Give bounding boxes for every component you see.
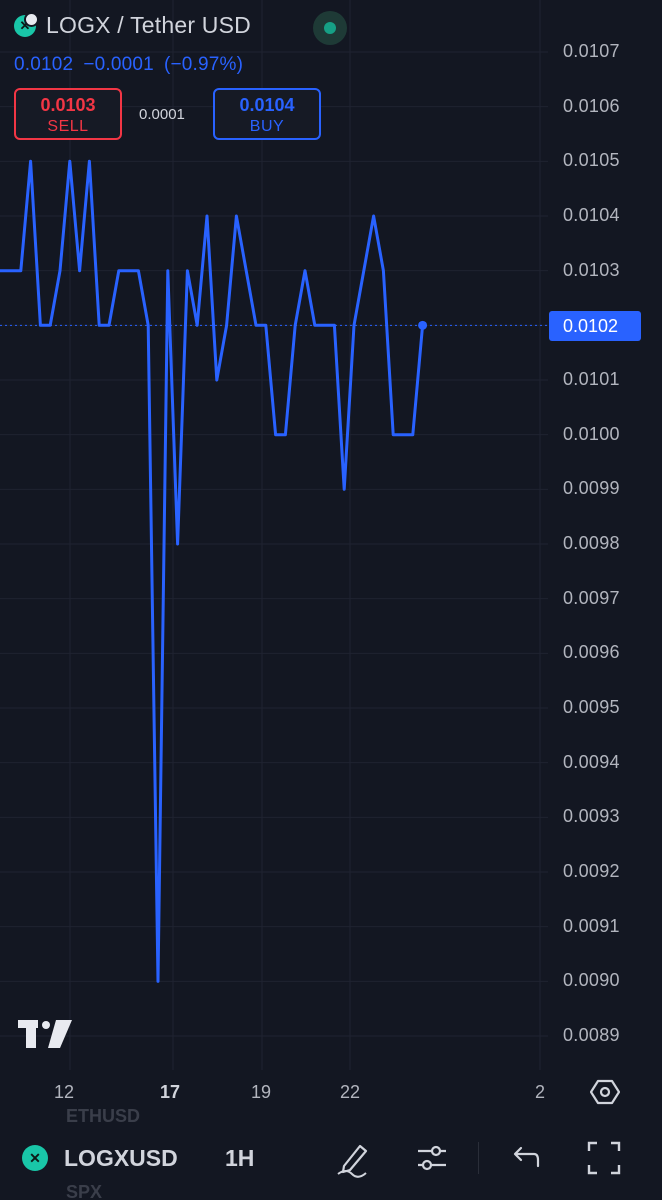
fullscreen-icon[interactable]: [584, 1138, 624, 1178]
undo-icon[interactable]: [504, 1138, 544, 1178]
price-axis-label: 0.0101: [563, 369, 620, 389]
buy-price: 0.0104: [239, 95, 295, 115]
ghost-symbol-next: SPX: [66, 1182, 103, 1200]
time-axis-label: 19: [251, 1082, 272, 1102]
chart-settings-icon[interactable]: [590, 1077, 620, 1107]
quote-line: 0.0102 −0.0001 (−0.97%): [14, 54, 253, 76]
logx-logo-icon: ✕: [22, 1145, 48, 1171]
time-axis-label: 17: [160, 1082, 181, 1102]
sell-price: 0.0103: [40, 95, 96, 115]
price-axis-label: 0.0090: [563, 970, 620, 991]
drawing-pen-icon[interactable]: [334, 1138, 374, 1178]
bottom-toolbar: ETHUSD SPX ✕ LOGXUSD 1H: [0, 1106, 662, 1200]
logx-logo-icon: ✕: [14, 11, 39, 37]
price-axis-label: 0.0097: [563, 587, 620, 608]
time-axis-label: 12: [54, 1082, 75, 1102]
interval-selector[interactable]: 1H: [225, 1145, 254, 1172]
price-change-percent: (−0.97%): [163, 54, 244, 75]
last-price: 0.0102: [14, 54, 74, 75]
price-axis-label: 0.0098: [563, 533, 620, 553]
sell-button[interactable]: 0.0103 SELL: [14, 88, 122, 140]
price-axis-label: 0.0096: [563, 642, 620, 663]
time-axis-label: 22: [340, 1082, 361, 1102]
indicators-sliders-icon[interactable]: [412, 1138, 452, 1178]
price-axis-label: 0.0104: [563, 205, 620, 225]
price-axis-label: 0.0091: [563, 915, 620, 936]
ghost-symbol-prev: ETHUSD: [66, 1106, 141, 1126]
price-axis-label: 0.0100: [563, 423, 620, 444]
price-axis-label: 0.0092: [563, 861, 620, 881]
time-axis-label: 2: [535, 1082, 546, 1102]
symbol-header[interactable]: ✕ LOGX / Tether USD: [14, 11, 251, 39]
price-axis-label: 0.0094: [563, 751, 620, 772]
toolbar-divider: [478, 1142, 479, 1174]
price-change: −0.0001: [83, 54, 154, 75]
price-axis-label: 0.0106: [563, 95, 620, 116]
price-series-line: [0, 159, 425, 983]
symbol-title[interactable]: LOGX / Tether USD: [46, 12, 251, 39]
price-axis-label: 0.0107: [563, 41, 620, 61]
price-axis-label: 0.0095: [563, 697, 620, 717]
price-axis-label: 0.0099: [563, 478, 620, 499]
sell-label: SELL: [47, 118, 89, 135]
price-axis-label: 0.0103: [563, 259, 620, 280]
tradingview-logo-icon: [18, 1020, 72, 1048]
chart-app: ✕ LOGX / Tether USD 0.0102 −0.0001 (−0.97%…: [0, 0, 662, 1200]
market-status-icon[interactable]: [313, 11, 347, 45]
buy-label: BUY: [249, 118, 285, 135]
price-axis-label: 0.0105: [563, 150, 620, 171]
spread-value: 0.0001: [139, 106, 185, 123]
buy-button[interactable]: 0.0104 BUY: [213, 88, 321, 140]
price-axis-label: 0.0093: [563, 806, 620, 827]
last-price-point: [418, 320, 428, 330]
symbol-selector[interactable]: LOGXUSD: [64, 1145, 178, 1172]
current-price-tag: 0.0102: [549, 311, 641, 341]
price-axis-label: 0.0089: [563, 1025, 620, 1045]
